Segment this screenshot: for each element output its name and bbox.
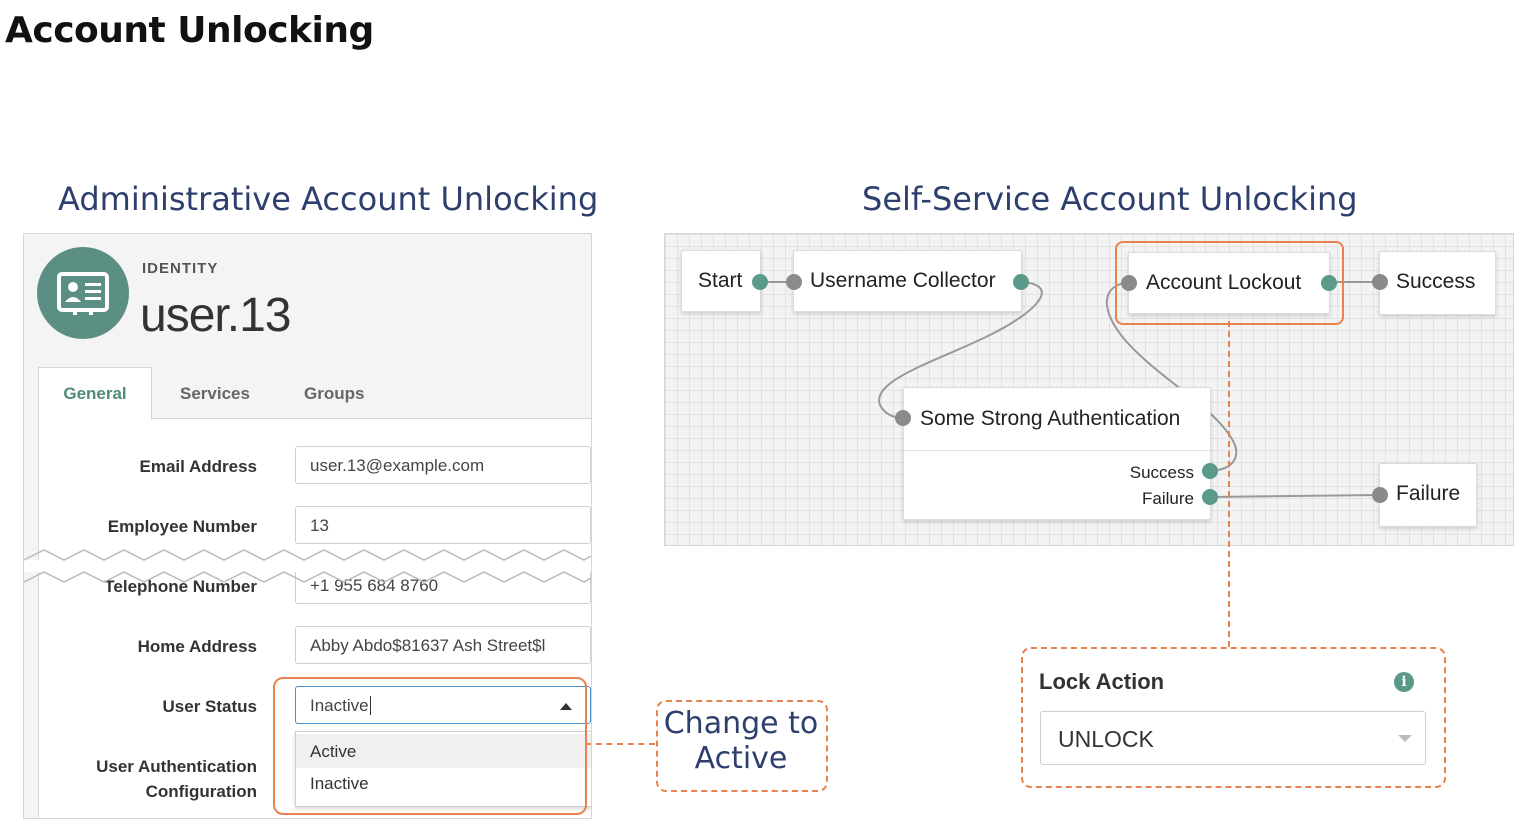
chevron-down-icon bbox=[1398, 735, 1412, 742]
lockout-connector bbox=[1228, 321, 1230, 647]
lock-action-select[interactable]: UNLOCK bbox=[1040, 711, 1426, 765]
strong-auth-input-port[interactable] bbox=[895, 410, 911, 426]
failure-input-port[interactable] bbox=[1372, 487, 1388, 503]
node-start[interactable]: Start bbox=[681, 250, 761, 312]
node-some-strong-authentication[interactable]: Some Strong Authentication Success Failu… bbox=[903, 387, 1211, 520]
strong-auth-success-port[interactable] bbox=[1202, 463, 1218, 479]
node-success[interactable]: Success bbox=[1379, 251, 1496, 315]
lock-action-label: Lock Action bbox=[1039, 669, 1165, 694]
username-collector-output-port[interactable] bbox=[1013, 274, 1029, 290]
node-failure-label: Failure bbox=[1396, 482, 1461, 505]
node-username-collector-label: Username Collector bbox=[810, 269, 996, 292]
node-username-collector[interactable]: Username Collector bbox=[793, 250, 1022, 312]
node-start-label: Start bbox=[698, 269, 743, 292]
strong-auth-failure-port[interactable] bbox=[1202, 489, 1218, 505]
success-input-port[interactable] bbox=[1372, 274, 1388, 290]
strong-auth-success-outcome: Success bbox=[1129, 463, 1194, 482]
strong-auth-failure-outcome: Failure bbox=[1142, 489, 1194, 508]
node-strong-auth-label: Some Strong Authentication bbox=[920, 407, 1181, 430]
username-collector-input-port[interactable] bbox=[786, 274, 802, 290]
node-failure[interactable]: Failure bbox=[1379, 463, 1477, 527]
start-output-port[interactable] bbox=[752, 274, 768, 290]
account-lockout-highlight bbox=[1115, 241, 1344, 325]
info-icon[interactable]: i bbox=[1394, 672, 1414, 692]
node-success-label: Success bbox=[1396, 270, 1476, 293]
